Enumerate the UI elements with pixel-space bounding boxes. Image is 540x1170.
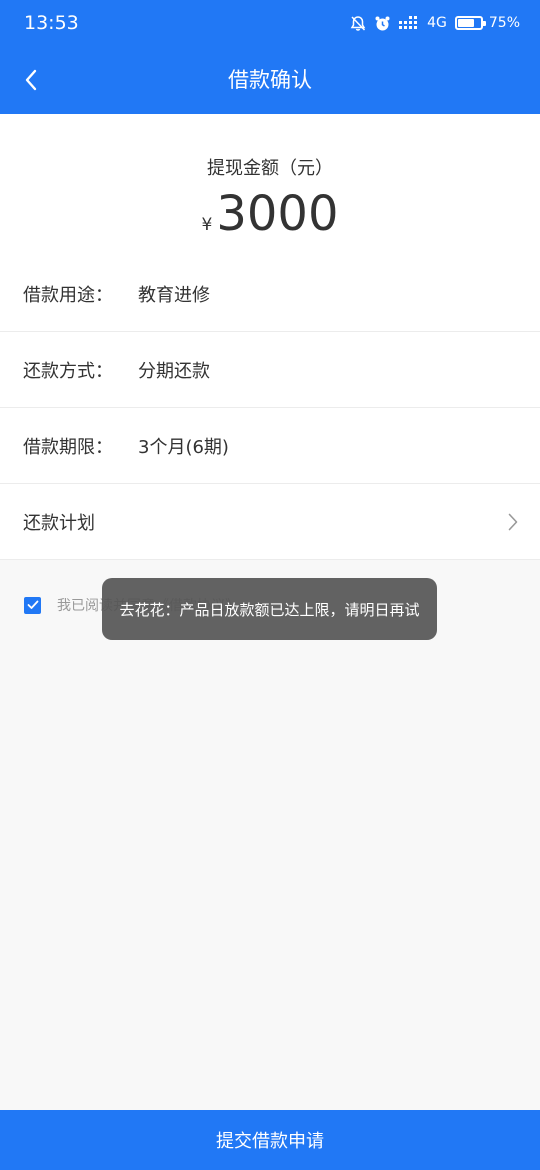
- nav-bar: 借款确认: [0, 46, 540, 114]
- amount-display: ¥3000: [0, 190, 540, 238]
- status-time: 13:53: [24, 12, 79, 34]
- battery-indicator: 75%: [454, 15, 520, 31]
- alarm-icon: [374, 15, 391, 32]
- row-loan-term: 借款期限： 3个月(6期): [0, 408, 540, 484]
- bell-off-icon: [350, 15, 366, 32]
- signal-icon: [399, 16, 419, 30]
- network-type: 4G: [427, 15, 447, 31]
- chevron-right-icon: [508, 513, 518, 531]
- row-repayment-method: 还款方式： 分期还款: [0, 332, 540, 408]
- amount-value: 3000: [216, 186, 339, 242]
- status-bar: 13:53 4G 75%: [0, 0, 540, 46]
- submit-button[interactable]: 提交借款申请: [0, 1110, 540, 1170]
- row-label: 借款用途：: [23, 285, 113, 306]
- loan-summary-card: 提现金额（元） ¥3000 借款用途： 教育进修 还款方式： 分期还款 借款期限…: [0, 114, 540, 560]
- amount-label: 提现金额（元）: [207, 158, 333, 179]
- row-value: 教育进修: [138, 285, 210, 306]
- agreement-checkbox[interactable]: [24, 596, 41, 614]
- currency-symbol: ¥: [201, 215, 213, 235]
- page-title: 借款确认: [228, 68, 312, 92]
- row-label: 借款期限：: [23, 437, 113, 458]
- status-icons: 4G 75%: [350, 15, 520, 32]
- row-label: 还款方式：: [23, 361, 113, 382]
- toast-text: 去花花：产品日放款额已达上限，请明日再试: [119, 600, 420, 619]
- row-label: 还款计划: [23, 513, 95, 534]
- row-repayment-plan[interactable]: 还款计划: [0, 484, 540, 560]
- battery-icon: [454, 16, 486, 30]
- battery-percent: 75%: [488, 15, 520, 31]
- check-icon: [27, 600, 38, 609]
- row-loan-purpose: 借款用途： 教育进修: [0, 256, 540, 332]
- divider: [0, 559, 540, 560]
- row-value: 3个月(6期): [138, 437, 229, 458]
- toast-message: 去花花：产品日放款额已达上限，请明日再试: [102, 578, 437, 640]
- row-value: 分期还款: [138, 361, 210, 382]
